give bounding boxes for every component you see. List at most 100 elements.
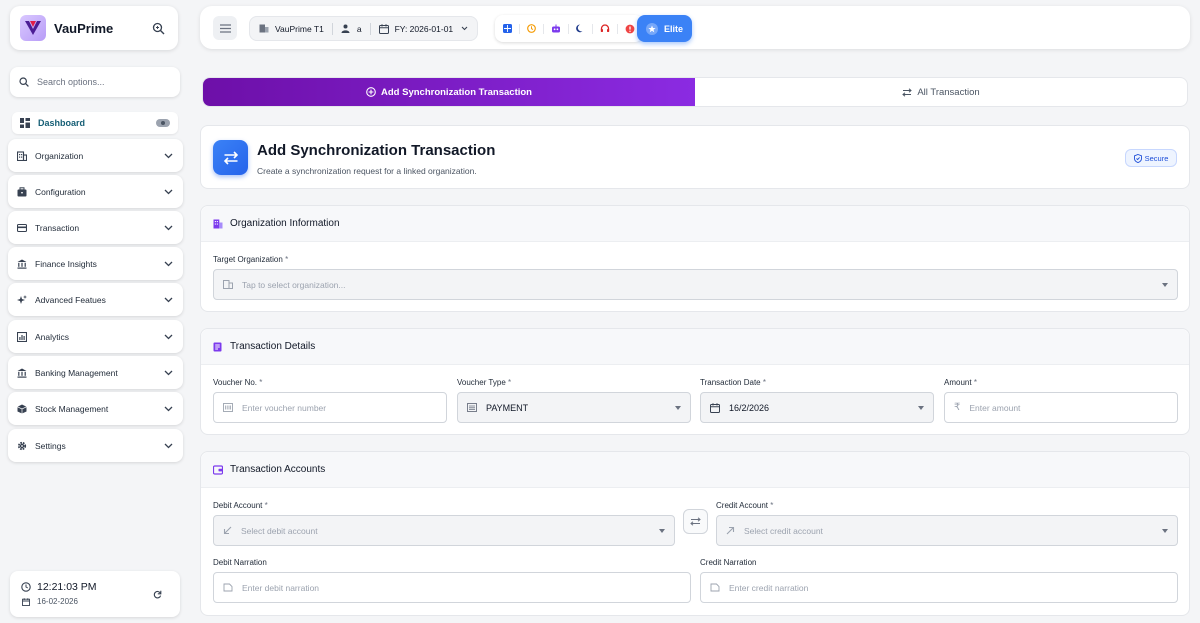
grid-icon[interactable] — [503, 24, 512, 33]
comment-icon — [223, 583, 233, 592]
robot-icon[interactable] — [551, 24, 561, 33]
elite-label: Elite — [663, 23, 683, 34]
date-value: 16/2/2026 — [729, 402, 770, 413]
divider — [369, 22, 371, 35]
sidebar-item-label: Stock Management — [35, 403, 109, 414]
sidebar-item-settings[interactable]: Settings — [8, 429, 183, 462]
headset-icon[interactable] — [600, 24, 610, 33]
debit-account-select[interactable]: Select debit account — [213, 515, 675, 546]
section-title: Organization Information — [230, 218, 340, 229]
label-text: Target Organization — [213, 255, 283, 264]
section-header: Transaction Accounts — [201, 452, 1189, 488]
brand-name: VauPrime — [54, 20, 114, 36]
debit-narration-label: Debit Narration — [213, 558, 267, 567]
clock-icon[interactable] — [527, 24, 536, 33]
tab-label: All Transaction — [917, 86, 980, 98]
input-placeholder: Enter debit narration — [242, 582, 320, 593]
menu-icon[interactable] — [213, 16, 237, 40]
sidebar-item-label: Dashboard — [38, 118, 86, 128]
sidebar-item-transaction[interactable]: Transaction — [8, 211, 183, 244]
chevron-down-icon — [164, 225, 173, 231]
credit-card-icon — [17, 223, 27, 233]
tab-add-sync-transaction[interactable]: Add Synchronization Transaction — [203, 78, 695, 106]
chevron-down-icon — [164, 443, 173, 449]
target-organization-select[interactable]: Tap to select organization... — [213, 269, 1178, 300]
voucher-type-select[interactable]: PAYMENT — [457, 392, 691, 423]
voucher-no-label: Voucher No. * — [213, 378, 262, 387]
sidebar-item-configuration[interactable]: Configuration — [8, 175, 183, 208]
section-title: Transaction Accounts — [230, 464, 326, 475]
sidebar-item-analytics[interactable]: Analytics — [8, 320, 183, 353]
fiscal-year-selector[interactable]: FY: 2026-01-01 — [378, 23, 469, 34]
alert-icon[interactable] — [625, 24, 635, 34]
divider — [617, 23, 618, 34]
credit-account-select[interactable]: Select credit account — [716, 515, 1178, 546]
quick-actions — [495, 15, 643, 42]
divider — [568, 23, 569, 34]
required-mark: * — [973, 378, 977, 387]
divider — [331, 22, 333, 35]
gear-icon — [17, 441, 27, 451]
credit-narration-input[interactable]: Enter credit narration — [700, 572, 1178, 603]
swap-icon — [690, 517, 701, 526]
wallet-icon — [213, 464, 223, 475]
sidebar-item-label: Finance Insights — [35, 258, 97, 269]
voucher-no-input[interactable]: Enter voucher number — [213, 392, 447, 423]
user-icon — [341, 24, 350, 33]
sidebar-item-banking-management[interactable]: Banking Management — [8, 356, 183, 389]
sync-icon — [213, 140, 248, 175]
tab-all-transaction[interactable]: All Transaction — [695, 78, 1187, 106]
sidebar-search-input[interactable] — [37, 77, 167, 87]
star-icon — [645, 22, 658, 35]
label-text: Credit Account — [716, 501, 769, 510]
sidebar-item-organization[interactable]: Organization — [8, 139, 183, 172]
page-subtitle: Create a synchronization request for a l… — [257, 166, 477, 176]
sidebar-item-label: Configuration — [35, 186, 86, 197]
required-mark: * — [508, 378, 512, 387]
dashboard-icon — [20, 118, 30, 128]
label-text: Debit Account — [213, 501, 263, 510]
form-header-card: Add Synchronization Transaction Create a… — [200, 125, 1190, 189]
clock-icon — [21, 582, 31, 592]
input-placeholder: Enter amount — [969, 402, 1021, 413]
search-icon — [19, 77, 29, 87]
secure-badge: Secure — [1125, 149, 1177, 167]
elite-plan-button[interactable]: Elite — [637, 15, 692, 42]
swap-accounts-button[interactable] — [683, 509, 708, 534]
fiscal-year-label: FY: 2026-01-01 — [394, 23, 454, 34]
debit-account-label: Debit Account * — [213, 501, 268, 510]
building-icon — [17, 150, 27, 161]
sidebar-item-advanced-features[interactable]: Advanced Featues — [8, 283, 183, 316]
plus-circle-icon — [366, 87, 376, 97]
amount-input[interactable]: ₹ Enter amount — [944, 392, 1178, 423]
organization-switcher[interactable]: VauPrime T1 — [259, 24, 324, 34]
clock-date: 16-02-2026 — [37, 597, 78, 606]
sparkle-icon — [17, 294, 27, 305]
box-icon — [17, 404, 27, 414]
select-placeholder: Select credit account — [744, 525, 823, 536]
user-switcher[interactable]: a — [341, 24, 362, 34]
secure-label: Secure — [1144, 153, 1169, 163]
swap-icon — [902, 87, 913, 97]
voucher-type-label: Voucher Type * — [457, 378, 511, 387]
transaction-date-picker[interactable]: 16/2/2026 — [700, 392, 934, 423]
organization-name: VauPrime T1 — [275, 23, 324, 34]
debit-narration-input[interactable]: Enter debit narration — [213, 572, 691, 603]
page-title: Add Synchronization Transaction — [257, 142, 496, 159]
bank-icon — [17, 259, 27, 269]
sidebar-item-dashboard[interactable]: Dashboard — [12, 112, 178, 134]
search-icon[interactable] — [148, 18, 168, 38]
sidebar-item-finance-insights[interactable]: Finance Insights — [8, 247, 183, 280]
context-switcher: VauPrime T1 a FY: 2026-01-01 — [249, 16, 479, 41]
caret-down-icon — [675, 405, 681, 410]
rupee-icon: ₹ — [954, 402, 961, 413]
sidebar-search[interactable] — [10, 67, 180, 97]
app-logo — [20, 15, 46, 41]
refresh-icon[interactable] — [153, 590, 162, 599]
sidebar-item-stock-management[interactable]: Stock Management — [8, 392, 183, 425]
arrow-up-right-icon — [726, 526, 735, 535]
label-text: Transaction Date — [700, 378, 761, 387]
required-mark: * — [264, 501, 268, 510]
tab-label: Add Synchronization Transaction — [381, 86, 532, 98]
moon-icon[interactable] — [576, 24, 585, 33]
